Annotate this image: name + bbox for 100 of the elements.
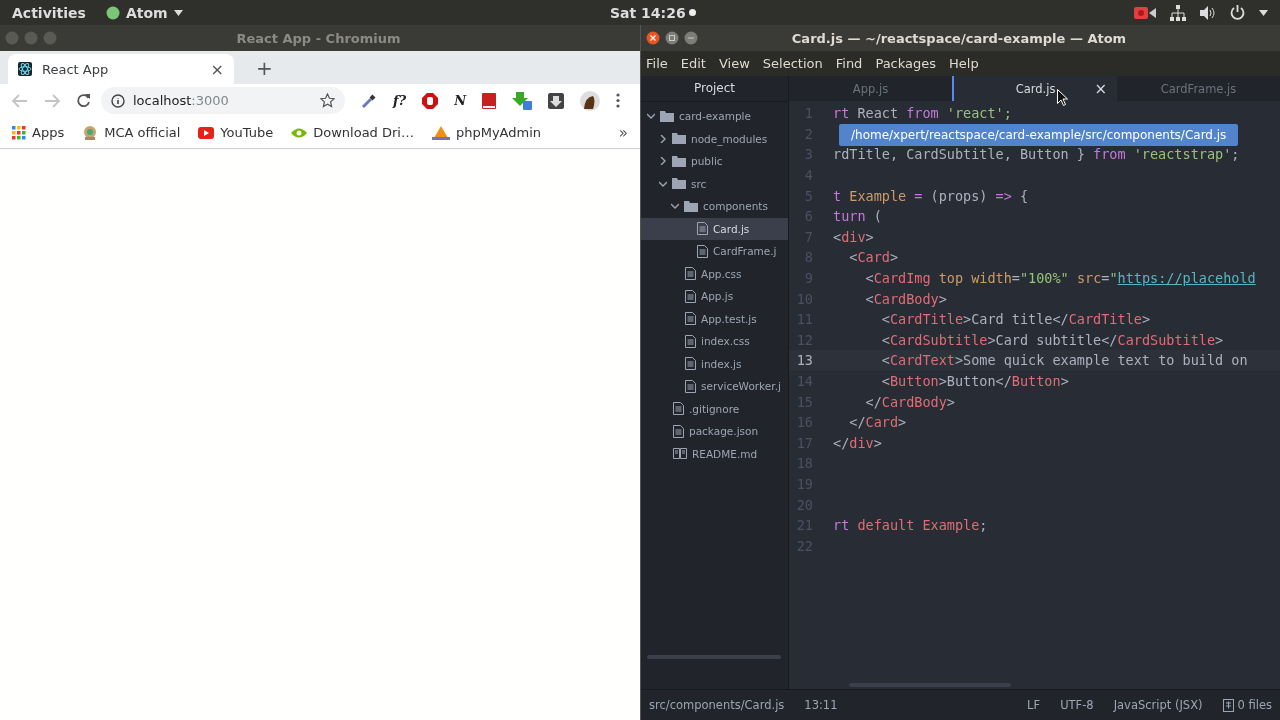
url-text: localhost:3000 xyxy=(133,93,230,108)
tree-item[interactable]: card-example xyxy=(641,105,788,128)
file-path[interactable]: src/components/Card.js xyxy=(649,698,785,712)
line-number: 13 xyxy=(795,352,813,369)
tree-item[interactable]: App.js xyxy=(641,285,788,308)
tree-item-label: components xyxy=(703,200,768,213)
file-icon xyxy=(685,334,696,348)
browser-tab[interactable]: React App × xyxy=(8,54,234,84)
tree-item-label: App.test.js xyxy=(701,312,757,325)
code-text: rdTitle, CardSubtitle, Button } from 'reactstrap'; xyxy=(833,146,1240,163)
dot-icon xyxy=(688,9,696,16)
power-icon[interactable] xyxy=(1230,5,1245,20)
line-ending[interactable]: LF xyxy=(1027,698,1041,712)
tab-title: React App xyxy=(42,61,110,77)
code-text: <CardSubtitle>Card subtitle</CardSubtitle> xyxy=(880,331,1224,348)
tab-close-button[interactable]: × xyxy=(210,59,224,79)
code-text: turn ( xyxy=(833,208,882,225)
download-icon[interactable] xyxy=(548,92,565,109)
tree-item[interactable]: Card.js xyxy=(641,217,788,240)
tree-item[interactable]: CardFrame.j xyxy=(641,240,788,263)
editor-tab[interactable]: Card.js × xyxy=(952,76,1117,101)
cursor-position[interactable]: 13:11 xyxy=(804,698,838,712)
folder-icon xyxy=(672,133,686,145)
file-icon xyxy=(685,312,696,326)
tree-item-label: src xyxy=(691,177,707,190)
menu-item[interactable]: Selection xyxy=(762,56,823,71)
menu-item[interactable]: Packages xyxy=(875,56,937,71)
tree-item-label: .gitignore xyxy=(689,402,740,415)
tree-item[interactable]: README.md xyxy=(641,442,788,465)
stop-icon[interactable] xyxy=(422,92,439,109)
tree-item[interactable]: components xyxy=(641,195,788,218)
tree-item-label: index.js xyxy=(701,357,742,370)
bookmark-label: YouTube xyxy=(220,125,274,140)
volume-icon[interactable] xyxy=(1200,5,1216,20)
folder-icon xyxy=(672,155,686,167)
tree-item[interactable]: public xyxy=(641,150,788,173)
caret-icon xyxy=(173,9,183,16)
menu-item[interactable]: File xyxy=(646,56,668,71)
bookmark-label: phpMyAdmin xyxy=(455,125,542,140)
book-icon[interactable] xyxy=(482,92,497,109)
tree-item[interactable]: serviceWorker.j xyxy=(641,375,788,398)
code-text: </Card> xyxy=(848,414,907,431)
bookmark[interactable]: phpMyAdmin xyxy=(431,125,542,140)
grammar[interactable]: JavaScript (JSX) xyxy=(1113,698,1203,712)
tree-item-label: README.md xyxy=(692,447,758,460)
close-icon[interactable] xyxy=(646,31,660,45)
menu-icon[interactable] xyxy=(616,93,621,108)
code-text: </CardBody> xyxy=(864,393,955,410)
code-text: <Button>Button</Button> xyxy=(880,373,1069,389)
tree-item[interactable]: node_modules xyxy=(641,127,788,150)
tree-item[interactable]: package.json xyxy=(641,420,788,443)
maximize-icon[interactable] xyxy=(665,31,679,45)
download-icon[interactable] xyxy=(512,91,533,110)
extension-button[interactable]: N xyxy=(454,93,467,108)
window-title: React App - Chromium xyxy=(235,30,402,46)
network-icon[interactable] xyxy=(1170,4,1186,21)
tree-item[interactable]: index.css xyxy=(641,330,788,353)
bookmark[interactable]: YouTube xyxy=(198,125,274,140)
bookmark[interactable]: Download Dri… xyxy=(291,125,414,140)
tree-item[interactable]: index.js xyxy=(641,352,788,375)
tree-item[interactable]: src xyxy=(641,172,788,195)
chevron-icon xyxy=(659,134,667,143)
avatar-icon[interactable] xyxy=(580,90,601,111)
tooltip: /home/xpert/reactspace/card-example/src/components/Card.js xyxy=(839,124,1239,146)
more-bookmarks-button[interactable]: » xyxy=(618,123,628,142)
caret-icon[interactable] xyxy=(1259,9,1268,16)
code-text: </div> xyxy=(833,434,882,451)
changed-files[interactable]: 0 files xyxy=(1237,698,1272,712)
clock[interactable]: Sat 14:26 xyxy=(610,4,686,21)
chevron-icon xyxy=(671,202,679,211)
tree-item[interactable]: App.test.js xyxy=(641,307,788,330)
menu-item[interactable]: Find xyxy=(835,56,863,71)
menu-item[interactable]: View xyxy=(718,56,750,71)
new-tab-button[interactable]: + xyxy=(256,56,273,80)
star-icon[interactable] xyxy=(320,93,335,108)
camera-icon[interactable] xyxy=(1134,5,1156,20)
eyedropper-icon[interactable] xyxy=(361,92,377,109)
encoding[interactable]: UTF-8 xyxy=(1060,698,1094,712)
tree-item[interactable]: App.css xyxy=(641,262,788,285)
info-icon xyxy=(111,93,125,108)
file-icon xyxy=(685,267,696,281)
app-menu[interactable]: Atom xyxy=(125,4,168,21)
file-icon xyxy=(673,402,684,416)
sail-icon xyxy=(431,125,450,140)
project-tab[interactable]: Project xyxy=(641,76,788,102)
bookmark[interactable]: MCA official xyxy=(82,124,181,141)
tab-close-button[interactable]: × xyxy=(1094,79,1107,98)
code-text: <CardText>Some quick example text to build on xyxy=(880,352,1248,369)
menu-item[interactable]: Edit xyxy=(680,56,706,71)
activities-button[interactable]: Activities xyxy=(12,4,86,21)
scrollbar[interactable] xyxy=(647,655,781,659)
bookmark-label: MCA official xyxy=(104,125,181,140)
tree-item[interactable]: .gitignore xyxy=(641,397,788,420)
play-icon xyxy=(198,126,215,139)
reload-icon[interactable] xyxy=(76,93,91,108)
minimize-icon[interactable] xyxy=(684,31,698,45)
bookmark[interactable]: Apps xyxy=(12,125,65,140)
address-bar[interactable]: localhost:3000 xyxy=(101,87,345,114)
menu-item[interactable]: Help xyxy=(949,56,979,71)
extension-button[interactable]: f? xyxy=(393,93,407,108)
